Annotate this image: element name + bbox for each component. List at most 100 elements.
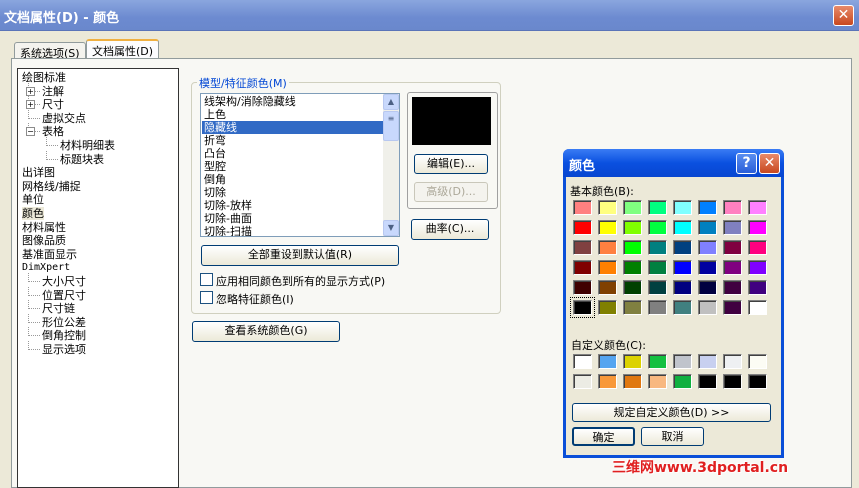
basic-swatch[interactable]	[648, 240, 667, 255]
basic-swatch[interactable]	[698, 200, 717, 215]
basic-swatch[interactable]	[573, 220, 592, 235]
view-system-colors-button[interactable]: 查看系统颜色(G)	[192, 321, 340, 342]
tree-item[interactable]: 注解	[42, 85, 64, 98]
model-colors-list[interactable]: 线架构/消除隐藏线 上色 隐藏线 折弯 凸台 型腔 倒角 切除 切除-放样 切除-曲面 切除-扫描	[200, 93, 400, 237]
custom-swatch[interactable]	[623, 354, 642, 369]
basic-swatch[interactable]	[723, 300, 742, 315]
basic-swatch[interactable]	[723, 200, 742, 215]
expand-icon[interactable]: +	[26, 100, 35, 110]
basic-swatch[interactable]	[698, 300, 717, 315]
custom-swatch[interactable]	[698, 374, 717, 389]
basic-swatch[interactable]	[723, 240, 742, 255]
basic-swatch[interactable]	[623, 200, 642, 215]
list-item[interactable]: 上色	[204, 108, 226, 121]
tree-item[interactable]: 显示选项	[42, 343, 86, 356]
basic-swatch[interactable]	[573, 280, 592, 295]
tree-item[interactable]: 网格线/捕捉	[22, 180, 81, 193]
custom-swatch[interactable]	[623, 374, 642, 389]
basic-swatch[interactable]	[673, 260, 692, 275]
collapse-icon[interactable]: −	[26, 127, 35, 137]
basic-swatch[interactable]	[698, 240, 717, 255]
tree-item[interactable]: 出详图	[22, 166, 55, 179]
basic-swatch[interactable]	[748, 280, 767, 295]
basic-swatch[interactable]	[623, 300, 642, 315]
custom-swatch[interactable]	[723, 354, 742, 369]
tree-item[interactable]: 标题块表	[60, 153, 104, 166]
custom-swatch[interactable]	[598, 354, 617, 369]
list-item[interactable]: 切除	[204, 186, 226, 199]
basic-swatch[interactable]	[748, 300, 767, 315]
tree-item[interactable]: 颜色	[22, 207, 44, 220]
tree-item[interactable]: 倒角控制	[42, 329, 86, 342]
advanced-button[interactable]: 高级(D)...	[414, 182, 488, 202]
basic-swatch[interactable]	[623, 280, 642, 295]
basic-swatch[interactable]	[598, 220, 617, 235]
ignore-feature-colors-checkbox[interactable]	[200, 291, 213, 304]
custom-swatch[interactable]	[673, 374, 692, 389]
basic-swatch[interactable]	[673, 200, 692, 215]
scroll-thumb[interactable]: ≡	[383, 111, 399, 141]
basic-swatch[interactable]	[673, 280, 692, 295]
tab-document-properties[interactable]: 文档属性(D)	[86, 39, 160, 59]
custom-swatch[interactable]	[573, 374, 592, 389]
basic-swatch[interactable]	[598, 260, 617, 275]
cancel-button[interactable]: 取消	[641, 427, 704, 446]
list-item[interactable]: 切除-扫描	[204, 225, 252, 236]
tree-item[interactable]: 基准面显示	[22, 248, 77, 261]
basic-swatch[interactable]	[748, 200, 767, 215]
custom-swatch[interactable]	[698, 354, 717, 369]
edit-button[interactable]: 编辑(E)...	[414, 154, 488, 174]
close-icon[interactable]: ✕	[759, 153, 780, 174]
list-item[interactable]: 切除-曲面	[204, 212, 252, 225]
custom-swatch[interactable]	[598, 374, 617, 389]
custom-swatch[interactable]	[648, 374, 667, 389]
basic-swatch[interactable]	[573, 200, 592, 215]
basic-swatch[interactable]	[623, 220, 642, 235]
scroll-up-icon[interactable]: ▲	[383, 94, 399, 110]
expand-icon[interactable]: +	[26, 86, 35, 96]
tree-item[interactable]: 大小尺寸	[42, 275, 86, 288]
basic-swatch[interactable]	[748, 260, 767, 275]
ok-button[interactable]: 确定	[572, 427, 635, 446]
list-item[interactable]: 切除-放样	[204, 199, 252, 212]
basic-swatch[interactable]	[723, 220, 742, 235]
tree-item[interactable]: 单位	[22, 193, 44, 206]
basic-swatch[interactable]	[598, 280, 617, 295]
apply-same-color-checkbox[interactable]	[200, 273, 213, 286]
basic-swatch[interactable]	[723, 280, 742, 295]
list-item[interactable]: 倒角	[204, 173, 226, 186]
basic-swatch[interactable]	[648, 220, 667, 235]
custom-swatch[interactable]	[748, 354, 767, 369]
basic-swatch[interactable]	[623, 240, 642, 255]
basic-swatch[interactable]	[698, 260, 717, 275]
basic-swatch[interactable]	[673, 300, 692, 315]
curvature-button[interactable]: 曲率(C)...	[411, 219, 489, 240]
basic-swatch[interactable]	[673, 220, 692, 235]
list-item[interactable]: 线架构/消除隐藏线	[204, 95, 296, 108]
options-tree[interactable]: 绘图标准 注解 + 尺寸 + 虚拟交点 表格 − 材料明细表 标题块表 出详图 网格线/捕捉 单位 颜色材…	[17, 68, 179, 488]
help-icon[interactable]: ?	[736, 153, 757, 174]
basic-swatch[interactable]	[648, 300, 667, 315]
custom-swatch[interactable]	[673, 354, 692, 369]
basic-swatch[interactable]	[748, 220, 767, 235]
list-item[interactable]: 型腔	[204, 160, 226, 173]
list-item[interactable]: 隐藏线	[202, 121, 383, 134]
basic-swatch[interactable]	[698, 280, 717, 295]
basic-swatch[interactable]	[673, 240, 692, 255]
list-item[interactable]: 折弯	[204, 134, 226, 147]
basic-swatch[interactable]	[598, 240, 617, 255]
define-custom-colors-button[interactable]: 规定自定义颜色(D) >>	[572, 403, 771, 422]
close-icon[interactable]: ✕	[833, 5, 854, 26]
basic-swatch[interactable]	[570, 297, 595, 318]
tree-item[interactable]: 虚拟交点	[42, 112, 86, 125]
list-scrollbar[interactable]: ▲ ≡ ▼	[383, 94, 399, 236]
list-item[interactable]: 凸台	[204, 147, 226, 160]
tree-item[interactable]: 材料属性	[22, 221, 66, 234]
basic-swatch[interactable]	[698, 220, 717, 235]
basic-swatch[interactable]	[598, 300, 617, 315]
tree-item[interactable]: 尺寸	[42, 98, 64, 111]
basic-swatch[interactable]	[723, 260, 742, 275]
basic-swatch[interactable]	[598, 200, 617, 215]
tree-item[interactable]: 尺寸链	[42, 302, 75, 315]
tree-item[interactable]: 形位公差	[42, 316, 86, 329]
